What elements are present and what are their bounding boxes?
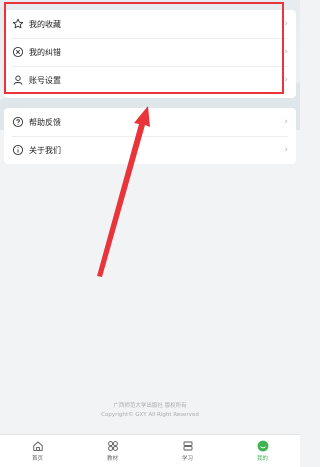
menu-item-label: 我的纠错 xyxy=(29,47,61,57)
tab-textbooks[interactable]: 教材 xyxy=(75,435,150,467)
menu-item-help-feedback[interactable]: 帮助反馈 › xyxy=(4,108,296,136)
tab-label: 首页 xyxy=(31,456,43,462)
tab-study[interactable]: 学习 xyxy=(150,435,225,467)
menu-item-label: 我的收藏 xyxy=(29,19,61,29)
info-icon xyxy=(12,144,24,156)
chevron-right-icon: › xyxy=(284,117,288,127)
learn-icon xyxy=(182,440,194,452)
tab-label: 学习 xyxy=(181,456,193,462)
chevron-right-icon: › xyxy=(284,19,288,29)
star-icon xyxy=(12,18,24,30)
menu-item-label: 账号设置 xyxy=(29,75,61,85)
menu-item-account-settings[interactable]: 账号设置 › xyxy=(4,66,296,94)
menu-item-corrections[interactable]: 我的纠错 › xyxy=(4,38,296,66)
correction-icon xyxy=(12,46,24,58)
tab-home[interactable]: 首页 xyxy=(0,435,75,467)
grid-icon xyxy=(107,440,119,452)
bottom-tab-bar: 首页 教材 学习 我的 xyxy=(0,434,300,467)
home-icon xyxy=(32,440,44,452)
menu-item-favorites[interactable]: 我的收藏 › xyxy=(4,10,296,38)
chevron-right-icon: › xyxy=(284,145,288,155)
tab-label: 我的 xyxy=(256,456,268,462)
help-icon xyxy=(12,116,24,128)
tab-label: 教材 xyxy=(106,456,118,462)
menu-item-label: 关于我们 xyxy=(29,145,61,155)
chevron-right-icon: › xyxy=(284,75,288,85)
profile-icon xyxy=(257,440,269,452)
copyright-text-cn: 广西师范大学出版社 版权所有 xyxy=(113,403,187,409)
menu-item-label: 帮助反馈 xyxy=(29,117,61,127)
user-icon xyxy=(12,74,24,86)
menu-card-secondary: 帮助反馈 › 关于我们 › xyxy=(4,108,296,164)
menu-card-primary: 我的收藏 › 我的纠错 › 账号设置 › xyxy=(4,10,296,98)
footer: 广西师范大学出版社 版权所有 Copyright© GXY All Right … xyxy=(0,402,300,420)
tab-mine[interactable]: 我的 xyxy=(225,435,300,467)
chevron-right-icon: › xyxy=(284,47,288,57)
copyright-text-en: Copyright© GXY All Right Reserved xyxy=(101,412,199,418)
menu-item-about-us[interactable]: 关于我们 › xyxy=(4,136,296,164)
